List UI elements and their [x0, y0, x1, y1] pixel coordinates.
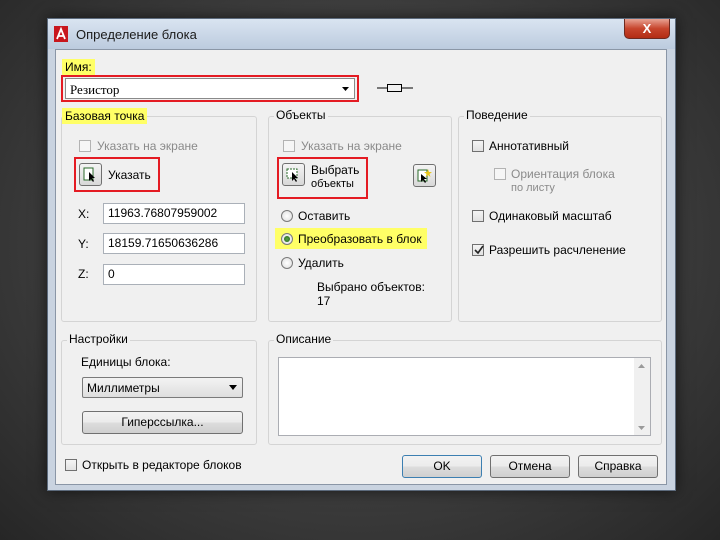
behavior-title: Поведение [464, 108, 530, 122]
quick-select-button[interactable] [413, 164, 436, 187]
select-objects-button[interactable] [282, 163, 305, 186]
chevron-down-icon [229, 385, 237, 390]
checkmark-icon [474, 245, 484, 255]
y-label: Y: [78, 237, 89, 251]
x-input[interactable]: 11963.76807959002 [103, 203, 245, 224]
description-scrollbar[interactable] [634, 358, 650, 435]
uniform-scale-checkbox[interactable] [472, 210, 484, 222]
units-select[interactable]: Миллиметры [82, 377, 243, 398]
pick-point-icon [83, 167, 95, 182]
select-objects-label-line2: объекты [311, 178, 354, 190]
scroll-up-icon[interactable] [638, 364, 645, 368]
units-label: Единицы блока: [81, 355, 171, 369]
autocad-logo-icon [54, 26, 68, 42]
base-point-on-screen-checkbox[interactable] [79, 140, 91, 152]
pick-point-label: Указать [108, 168, 151, 182]
objects-on-screen-label: Указать на экране [301, 139, 402, 153]
allow-explode-checkbox[interactable] [472, 244, 484, 256]
match-orientation-checkbox[interactable] [494, 168, 506, 180]
description-title: Описание [274, 332, 334, 346]
dialog-body: Имя: Резистор Базовая точка Указать на э… [55, 49, 667, 485]
selected-count-value: 17 [317, 294, 331, 308]
hyperlink-button[interactable]: Гиперссылка... [82, 411, 243, 434]
name-label: Имя: [62, 59, 95, 75]
delete-radio[interactable] [281, 257, 293, 269]
match-orientation-label-line2: по листу [511, 182, 555, 194]
z-input[interactable]: 0 [103, 264, 245, 285]
annotative-checkbox[interactable] [472, 140, 484, 152]
retain-radio[interactable] [281, 210, 293, 222]
allow-explode-label: Разрешить расчленение [489, 243, 626, 257]
help-button[interactable]: Справка [578, 455, 658, 478]
scroll-down-icon[interactable] [638, 426, 645, 430]
name-combobox[interactable]: Резистор [65, 78, 355, 99]
units-value: Миллиметры [87, 381, 160, 395]
open-in-editor-checkbox[interactable] [65, 459, 77, 471]
delete-label: Удалить [298, 256, 344, 270]
window-title: Определение блока [76, 27, 197, 42]
select-objects-label-line1: Выбрать [311, 163, 360, 177]
annotative-label: Аннотативный [489, 139, 569, 153]
base-point-title: Базовая точка [62, 108, 148, 124]
y-input[interactable]: 18159.71650636286 [103, 233, 245, 254]
pick-point-button[interactable] [79, 163, 102, 186]
uniform-scale-label: Одинаковый масштаб [489, 209, 612, 223]
quick-select-icon [417, 169, 432, 183]
x-label: X: [78, 207, 90, 221]
settings-title: Настройки [67, 332, 130, 346]
match-orientation-label-line1: Ориентация блока [511, 167, 615, 181]
objects-title: Объекты [274, 108, 328, 122]
open-in-editor-label: Открыть в редакторе блоков [82, 458, 242, 472]
objects-on-screen-checkbox[interactable] [283, 140, 295, 152]
close-button[interactable]: X [624, 19, 670, 39]
z-label: Z: [78, 267, 89, 281]
name-value: Резистор [70, 82, 120, 97]
convert-to-block-radio[interactable] [281, 233, 293, 245]
retain-label: Оставить [298, 209, 351, 223]
selected-count-label: Выбрано объектов: [317, 280, 425, 294]
block-preview-resistor-icon [377, 84, 413, 92]
description-textarea[interactable] [278, 357, 651, 436]
select-objects-icon [286, 168, 298, 182]
title-bar[interactable]: Определение блока X [48, 19, 675, 49]
chevron-down-icon [342, 87, 349, 91]
base-point-on-screen-label: Указать на экране [97, 139, 198, 153]
ok-button[interactable]: OK [402, 455, 482, 478]
convert-to-block-label: Преобразовать в блок [298, 232, 422, 246]
block-definition-dialog: Определение блока X Имя: Резистор Базова… [47, 18, 676, 491]
cancel-button[interactable]: Отмена [490, 455, 570, 478]
